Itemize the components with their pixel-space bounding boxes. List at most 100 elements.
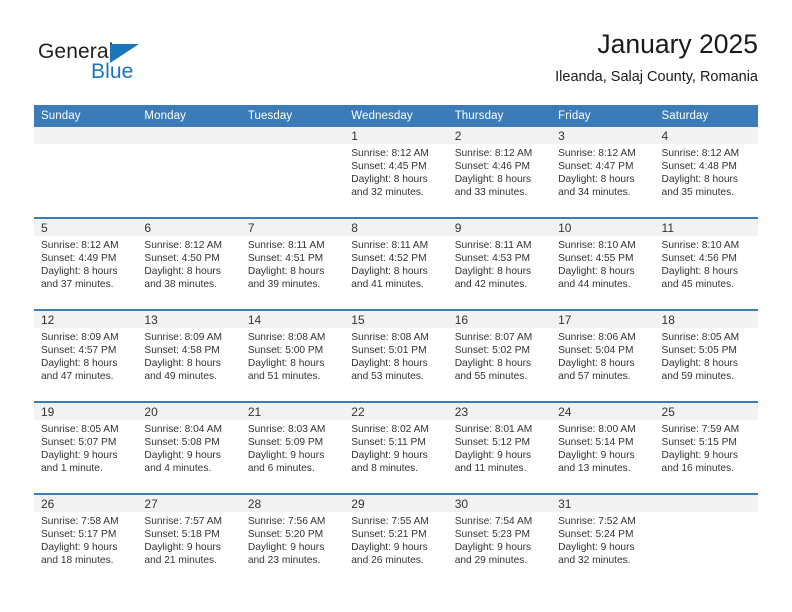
sunrise-text: Sunrise: 8:12 AM bbox=[558, 148, 636, 159]
calendar-day-cell[interactable]: 18 Sunrise: 8:05 AM Sunset: 5:05 PM Dayligh… bbox=[654, 309, 758, 402]
calendar-day-cell[interactable]: 2 Sunrise: 8:12 AM Sunset: 4:46 PM Daylight… bbox=[447, 127, 552, 218]
calendar-day-cell[interactable]: 22 Sunrise: 8:02 AM Sunset: 5:11 PM Dayligh… bbox=[344, 401, 448, 494]
calendar-day-cell[interactable]: 3 Sunrise: 8:12 AM Sunset: 4:47 PM Daylight… bbox=[551, 127, 655, 218]
cell-inner bbox=[137, 127, 241, 217]
sunrise-text: Sunrise: 8:09 AM bbox=[144, 332, 223, 343]
calendar-day-cell[interactable]: 30 Sunrise: 7:54 AM Sunset: 5:23 PM Dayligh… bbox=[447, 493, 552, 585]
calendar-day-cell[interactable]: 16 Sunrise: 8:07 AM Sunset: 5:02 PM Dayligh… bbox=[447, 309, 552, 402]
daylight-text: Daylight: 9 hours bbox=[41, 450, 118, 462]
calendar-day-cell[interactable]: 8 Sunrise: 8:11 AM Sunset: 4:52 PM Daylight… bbox=[344, 217, 448, 310]
cell-inner: 12 Sunrise: 8:09 AM Sunset: 4:57 PM Dayligh… bbox=[34, 311, 138, 401]
calendar-day-cell[interactable]: 11 Sunrise: 8:10 AM Sunset: 4:56 PM Dayligh… bbox=[654, 217, 758, 310]
sunrise-text: Sunrise: 8:09 AM bbox=[41, 332, 119, 343]
daylight-minutes-text: and 42 minutes. bbox=[454, 279, 528, 291]
calendar-day-cell[interactable]: 9 Sunrise: 8:11 AM Sunset: 4:53 PM Daylight… bbox=[447, 217, 552, 310]
calendar-day-cell[interactable]: 6 Sunrise: 8:12 AM Sunset: 4:50 PM Daylight… bbox=[137, 217, 241, 310]
sunrise-text: Sunrise: 8:12 AM bbox=[351, 148, 429, 159]
sun-details: Sunrise: 8:06 AM Sunset: 5:04 PM Daylight:… bbox=[551, 328, 654, 383]
sunset-text: Sunset: 5:11 PM bbox=[351, 437, 426, 449]
sunrise-text: Sunrise: 8:08 AM bbox=[247, 332, 326, 343]
cell-body: 23 Sunrise: 8:01 AM Sunset: 5:12 PM Dayligh… bbox=[447, 403, 552, 493]
daylight-minutes-text: and 29 minutes. bbox=[454, 555, 528, 567]
sunrise-text: Sunrise: 8:11 AM bbox=[454, 240, 532, 251]
cell-inner: 5 Sunrise: 8:12 AM Sunset: 4:49 PM Daylight… bbox=[34, 219, 138, 309]
calendar-day-cell[interactable]: 31 Sunrise: 7:52 AM Sunset: 5:24 PM Dayligh… bbox=[551, 493, 655, 585]
page-title: January 2025 bbox=[597, 29, 758, 59]
calendar-day-cell[interactable]: 1 Sunrise: 8:12 AM Sunset: 4:45 PM Daylight… bbox=[344, 127, 448, 218]
calendar-day-cell[interactable]: 26 Sunrise: 7:58 AM Sunset: 5:17 PM Dayligh… bbox=[34, 493, 138, 585]
weekday-header-thursday: Thursday bbox=[447, 105, 552, 127]
cell-body bbox=[654, 495, 758, 585]
calendar-day-cell[interactable]: 13 Sunrise: 8:09 AM Sunset: 4:58 PM Dayligh… bbox=[137, 309, 241, 402]
daylight-text: Daylight: 8 hours bbox=[454, 266, 532, 278]
cell-inner bbox=[240, 127, 345, 217]
cell-inner: 22 Sunrise: 8:02 AM Sunset: 5:11 PM Dayligh… bbox=[344, 403, 448, 493]
calendar-day-cell[interactable]: 25 Sunrise: 7:59 AM Sunset: 5:15 PM Dayligh… bbox=[654, 401, 758, 494]
calendar-day-cell[interactable]: 5 Sunrise: 8:12 AM Sunset: 4:49 PM Daylight… bbox=[34, 217, 138, 310]
cell-inner: 9 Sunrise: 8:11 AM Sunset: 4:53 PM Daylight… bbox=[447, 219, 552, 309]
calendar-week-row: 26 Sunrise: 7:58 AM Sunset: 5:17 PM Dayligh… bbox=[34, 493, 758, 585]
calendar-day-cell[interactable]: 23 Sunrise: 8:01 AM Sunset: 5:12 PM Dayligh… bbox=[447, 401, 552, 494]
cell-inner: 15 Sunrise: 8:08 AM Sunset: 5:01 PM Dayligh… bbox=[344, 311, 448, 401]
calendar-day-cell[interactable]: 20 Sunrise: 8:04 AM Sunset: 5:08 PM Dayligh… bbox=[137, 401, 241, 494]
calendar-page: General Blue January 2025 Ileanda, Salaj… bbox=[0, 0, 792, 612]
sunrise-text: Sunrise: 8:11 AM bbox=[247, 240, 325, 251]
cell-body: 5 Sunrise: 8:12 AM Sunset: 4:49 PM Daylight… bbox=[34, 219, 138, 309]
calendar-day-cell[interactable]: 29 Sunrise: 7:55 AM Sunset: 5:21 PM Dayligh… bbox=[344, 493, 448, 585]
day-number: 27 bbox=[137, 495, 241, 512]
calendar-day-cell[interactable]: 15 Sunrise: 8:08 AM Sunset: 5:01 PM Dayligh… bbox=[344, 309, 448, 402]
calendar-day-cell[interactable]: 19 Sunrise: 8:05 AM Sunset: 5:07 PM Dayligh… bbox=[34, 401, 138, 494]
sun-details: Sunrise: 8:02 AM Sunset: 5:11 PM Daylight:… bbox=[344, 420, 447, 475]
calendar-cell-empty bbox=[34, 127, 138, 218]
calendar-day-cell[interactable]: 12 Sunrise: 8:09 AM Sunset: 4:57 PM Dayligh… bbox=[34, 309, 138, 402]
cell-inner: 16 Sunrise: 8:07 AM Sunset: 5:02 PM Dayligh… bbox=[447, 311, 552, 401]
cell-body: 10 Sunrise: 8:10 AM Sunset: 4:55 PM Dayligh… bbox=[551, 219, 655, 309]
calendar-cell-empty bbox=[654, 493, 758, 585]
daylight-text: Daylight: 8 hours bbox=[661, 358, 738, 370]
calendar-day-cell[interactable]: 14 Sunrise: 8:08 AM Sunset: 5:00 PM Dayligh… bbox=[240, 309, 345, 402]
daylight-minutes-text: and 6 minutes. bbox=[247, 463, 315, 475]
cell-body: 27 Sunrise: 7:57 AM Sunset: 5:18 PM Dayligh… bbox=[137, 495, 241, 585]
sunset-text: Sunset: 4:46 PM bbox=[454, 161, 531, 173]
day-number: 4 bbox=[654, 127, 758, 144]
cell-inner: 8 Sunrise: 8:11 AM Sunset: 4:52 PM Daylight… bbox=[344, 219, 448, 309]
sunset-text: Sunset: 5:14 PM bbox=[558, 437, 634, 449]
sunset-text: Sunset: 5:23 PM bbox=[454, 529, 531, 541]
calendar-day-cell[interactable]: 17 Sunrise: 8:06 AM Sunset: 5:04 PM Dayligh… bbox=[551, 309, 655, 402]
daylight-minutes-text: and 38 minutes. bbox=[144, 279, 217, 291]
cell-body: 12 Sunrise: 8:09 AM Sunset: 4:57 PM Dayligh… bbox=[34, 311, 138, 401]
sun-details: Sunrise: 8:08 AM Sunset: 5:01 PM Daylight:… bbox=[344, 328, 447, 383]
calendar-day-cell[interactable]: 4 Sunrise: 8:12 AM Sunset: 4:48 PM Daylight… bbox=[654, 127, 758, 218]
daylight-text: Daylight: 8 hours bbox=[144, 358, 221, 370]
day-number: 13 bbox=[137, 311, 241, 328]
calendar-day-cell[interactable]: 27 Sunrise: 7:57 AM Sunset: 5:18 PM Dayligh… bbox=[137, 493, 241, 585]
sun-details: Sunrise: 7:59 AM Sunset: 5:15 PM Daylight:… bbox=[655, 420, 758, 475]
day-number: 29 bbox=[344, 495, 448, 512]
sun-details: Sunrise: 8:00 AM Sunset: 5:14 PM Daylight:… bbox=[551, 420, 654, 475]
daylight-text: Daylight: 9 hours bbox=[661, 450, 738, 462]
daylight-text: Daylight: 9 hours bbox=[144, 542, 221, 554]
calendar-day-cell[interactable]: 24 Sunrise: 8:00 AM Sunset: 5:14 PM Dayligh… bbox=[551, 401, 655, 494]
sun-details: Sunrise: 8:03 AM Sunset: 5:09 PM Daylight:… bbox=[241, 420, 344, 475]
calendar-day-cell[interactable]: 7 Sunrise: 8:11 AM Sunset: 4:51 PM Daylight… bbox=[240, 217, 345, 310]
daylight-minutes-text: and 41 minutes. bbox=[351, 279, 424, 291]
day-number: 10 bbox=[551, 219, 655, 236]
calendar-day-cell[interactable]: 10 Sunrise: 8:10 AM Sunset: 4:55 PM Dayligh… bbox=[551, 217, 655, 310]
cell-inner: 18 Sunrise: 8:05 AM Sunset: 5:05 PM Dayligh… bbox=[654, 311, 758, 401]
sunrise-text: Sunrise: 8:12 AM bbox=[661, 148, 740, 159]
calendar-cell-empty bbox=[137, 127, 241, 218]
cell-inner: 13 Sunrise: 8:09 AM Sunset: 4:58 PM Dayligh… bbox=[137, 311, 241, 401]
daylight-minutes-text: and 34 minutes. bbox=[558, 187, 631, 199]
calendar-week-row: 19 Sunrise: 8:05 AM Sunset: 5:07 PM Dayligh… bbox=[34, 401, 758, 494]
calendar-day-cell[interactable]: 21 Sunrise: 8:03 AM Sunset: 5:09 PM Dayligh… bbox=[240, 401, 345, 494]
sun-details: Sunrise: 8:10 AM Sunset: 4:55 PM Daylight:… bbox=[551, 236, 654, 291]
daylight-text: Daylight: 9 hours bbox=[144, 450, 221, 462]
sun-details: Sunrise: 7:52 AM Sunset: 5:24 PM Daylight:… bbox=[551, 512, 654, 567]
calendar-day-cell[interactable]: 28 Sunrise: 7:56 AM Sunset: 5:20 PM Dayligh… bbox=[240, 493, 345, 585]
cell-body: 30 Sunrise: 7:54 AM Sunset: 5:23 PM Dayligh… bbox=[447, 495, 552, 585]
daylight-text: Daylight: 9 hours bbox=[351, 542, 428, 554]
sunset-text: Sunset: 4:56 PM bbox=[661, 253, 737, 265]
sunrise-text: Sunrise: 7:54 AM bbox=[454, 516, 533, 527]
sunrise-text: Sunrise: 7:58 AM bbox=[41, 516, 119, 527]
cell-inner bbox=[34, 127, 138, 217]
